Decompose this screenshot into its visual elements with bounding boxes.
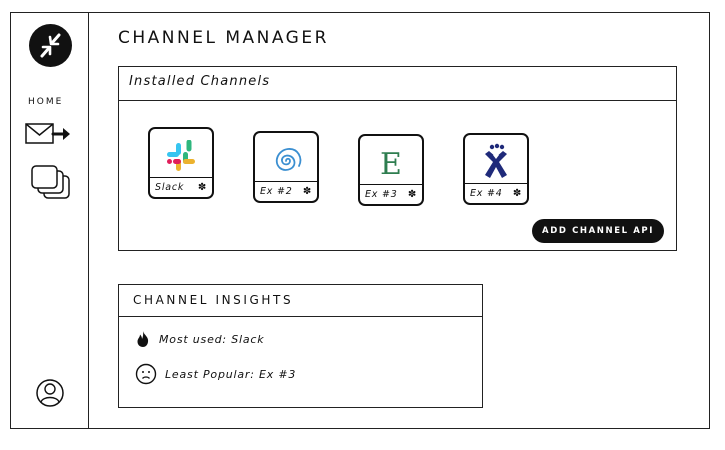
sidebar-item-stack[interactable]: [30, 165, 72, 205]
most-used-row: Most used: Slack: [135, 330, 264, 348]
home-label[interactable]: HOME: [28, 97, 63, 107]
channel-insights-panel: CHANNEL INSIGHTS Most used: Slack Least …: [118, 284, 483, 408]
gear-icon[interactable]: ✽: [303, 186, 312, 197]
envelope-arrow-icon: [25, 123, 70, 144]
channel-label: Ex #3: [365, 189, 398, 200]
confluence-x-icon: [485, 143, 507, 178]
least-popular-row: Least Popular: Ex #3: [135, 363, 296, 385]
installed-channels-header: Installed Channels: [119, 67, 676, 101]
profile-button[interactable]: [35, 378, 65, 412]
gear-icon[interactable]: ✽: [513, 188, 522, 199]
least-popular-text: Least Popular: Ex #3: [165, 367, 297, 381]
page-title: CHANNEL MANAGER: [118, 28, 329, 48]
channel-card-ex4[interactable]: Ex #4 ✽: [463, 133, 529, 205]
stack-icon: [31, 165, 70, 199]
channel-insights-header: CHANNEL INSIGHTS: [119, 285, 482, 317]
add-channel-api-button[interactable]: ADD CHANNEL API: [532, 219, 664, 243]
user-icon: [36, 379, 64, 407]
channel-label: Slack: [155, 182, 185, 193]
app-logo[interactable]: [29, 24, 72, 67]
channel-card-ex3[interactable]: E Ex #3 ✽: [358, 134, 424, 206]
most-used-text: Most used: Slack: [159, 332, 265, 346]
gear-icon[interactable]: ✽: [408, 189, 417, 200]
sidebar-item-inbox[interactable]: [25, 122, 73, 150]
channel-card-slack[interactable]: Slack ✽: [148, 127, 214, 199]
sad-face-icon: [135, 363, 157, 385]
letter-e-icon: E: [380, 146, 402, 182]
channel-label: Ex #2: [260, 186, 293, 197]
flame-icon: [137, 331, 149, 347]
spiral-icon: [275, 148, 302, 171]
channel-label: Ex #4: [470, 188, 503, 199]
slack-icon: [167, 140, 195, 171]
sidebar: [10, 12, 89, 429]
gear-icon[interactable]: ✽: [198, 182, 207, 193]
compress-arrows-icon: [40, 33, 61, 58]
channel-card-ex2[interactable]: Ex #2 ✽: [253, 131, 319, 203]
